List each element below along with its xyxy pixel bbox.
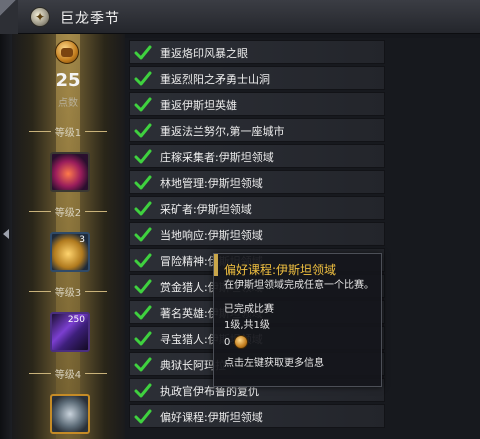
tooltip-reward: 0	[224, 335, 249, 349]
checkmark-icon	[133, 173, 153, 192]
checkmark-icon	[133, 381, 153, 400]
points-count: 25	[55, 70, 81, 91]
tooltip-reward-points: 0	[224, 336, 231, 348]
achievement-label: 林地管理:伊斯坦领域	[160, 177, 263, 190]
achievement-label: 当地响应:伊斯坦领域	[160, 229, 263, 242]
tooltip-hint: 点击左键获取更多信息	[224, 358, 324, 369]
points-label: 点数	[58, 98, 78, 109]
achievement-label: 重返伊斯坦英雄	[160, 99, 237, 112]
tooltip-title: 偏好课程:伊斯坦领域	[224, 263, 337, 277]
window-titlebar: ✦ 巨龙季节	[0, 0, 480, 34]
checkmark-icon	[133, 251, 153, 270]
checkmark-icon	[133, 199, 153, 218]
achievement-row[interactable]: 重返烙印风暴之眼	[129, 40, 385, 64]
gold-coin-icon[interactable]: 3	[50, 232, 90, 272]
achievement-points-coin-icon	[55, 40, 79, 64]
achievement-label: 重返法兰努尔,第一座城市	[160, 125, 285, 138]
achievement-points-coin-icon	[234, 335, 249, 349]
dragon-egg-orb-icon[interactable]	[50, 152, 90, 192]
achievement-label: 采矿者:伊斯坦领域	[160, 203, 252, 216]
tooltip-progress: 1级,共1级	[224, 320, 270, 331]
achievement-row[interactable]: 重返烈阳之矛勇士山洞	[129, 66, 385, 90]
reward-count: 250	[67, 315, 85, 325]
checkmark-icon	[133, 95, 153, 114]
checkmark-icon	[133, 303, 153, 322]
achievement-row[interactable]: 重返伊斯坦英雄	[129, 92, 385, 116]
collapse-rail[interactable]	[0, 34, 12, 439]
titlebar-corner	[0, 0, 18, 34]
tier-label-3: 等级3	[20, 285, 116, 299]
achievement-label: 重返烙印风暴之眼	[160, 47, 248, 60]
achievement-label: 重返烈阳之矛勇士山洞	[160, 73, 270, 86]
achievement-tooltip: 偏好课程:伊斯坦领域 在伊斯坦领域完成任意一个比赛。 已完成比赛 1级,共1级 …	[213, 253, 382, 387]
tier-label-2: 等级2	[20, 205, 116, 219]
tooltip-description: 在伊斯坦领域完成任意一个比赛。	[224, 280, 374, 291]
treasure-chest-icon[interactable]	[50, 394, 90, 434]
checkmark-icon	[133, 147, 153, 166]
tooltip-status: 已完成比赛	[224, 304, 274, 315]
achievement-label: 偏好课程:伊斯坦领域	[160, 411, 263, 424]
achievement-row[interactable]: 当地响应:伊斯坦领域	[129, 222, 385, 246]
tooltip-accent	[214, 254, 218, 276]
reward-count: 3	[79, 235, 85, 245]
achievement-row[interactable]: 庄稼采集者:伊斯坦领域	[129, 144, 385, 168]
tier-label-1: 等级1	[20, 125, 116, 139]
checkmark-icon	[133, 225, 153, 244]
achievement-row[interactable]: 重返法兰努尔,第一座城市	[129, 118, 385, 142]
achievement-label: 庄稼采集者:伊斯坦领域	[160, 151, 274, 164]
window-title: 巨龙季节	[60, 11, 120, 27]
checkmark-icon	[133, 121, 153, 140]
achievement-row[interactable]: 偏好课程:伊斯坦领域	[129, 404, 385, 428]
seasonal-emblem-icon: ✦	[30, 7, 50, 27]
achievement-row[interactable]: 采矿者:伊斯坦领域	[129, 196, 385, 220]
checkmark-icon	[133, 407, 153, 426]
checkmark-icon	[133, 355, 153, 374]
checkmark-icon	[133, 329, 153, 348]
tier-label-4: 等级4	[20, 367, 116, 381]
collapse-arrow-icon[interactable]	[2, 229, 9, 239]
purple-crystal-icon[interactable]: 250	[50, 312, 90, 352]
checkmark-icon	[133, 43, 153, 62]
checkmark-icon	[133, 277, 153, 296]
checkmark-icon	[133, 69, 153, 88]
achievement-row[interactable]: 林地管理:伊斯坦领域	[129, 170, 385, 194]
